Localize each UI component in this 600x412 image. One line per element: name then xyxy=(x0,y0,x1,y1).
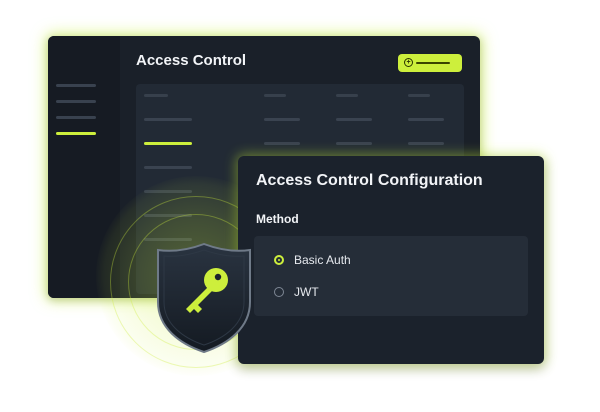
dialog-title: Access Control Configuration xyxy=(256,172,483,189)
table-header-cell xyxy=(408,94,430,97)
option-jwt[interactable]: JWT xyxy=(274,283,319,301)
table-cell xyxy=(144,166,192,169)
table-cell-selected[interactable] xyxy=(144,142,192,145)
sidebar-item[interactable] xyxy=(56,84,96,87)
table-cell xyxy=(336,142,372,145)
sidebar-item-active[interactable] xyxy=(56,132,96,135)
add-button-label-placeholder xyxy=(416,62,450,64)
sidebar-item[interactable] xyxy=(56,116,96,119)
table-cell xyxy=(336,118,372,121)
table-header-cell xyxy=(336,94,358,97)
page-title: Access Control xyxy=(136,52,247,69)
plus-circle-icon: + xyxy=(404,58,413,67)
table-cell xyxy=(408,142,444,145)
add-button[interactable]: + xyxy=(398,54,462,72)
method-label: Method xyxy=(256,212,299,226)
shield-key-icon xyxy=(157,242,251,354)
option-label: JWT xyxy=(294,285,319,299)
access-control-config-dialog: Access Control Configuration Method Basi… xyxy=(238,156,544,364)
option-basic-auth[interactable]: Basic Auth xyxy=(274,251,351,269)
table-header-cell xyxy=(144,94,168,97)
sidebar-item[interactable] xyxy=(56,100,96,103)
table-header-cell xyxy=(264,94,286,97)
table-cell xyxy=(264,142,300,145)
radio-checked-icon[interactable] xyxy=(274,255,284,265)
option-label: Basic Auth xyxy=(294,253,351,267)
table-cell xyxy=(408,118,444,121)
method-options: Basic Auth JWT xyxy=(254,236,528,316)
table-cell xyxy=(264,118,300,121)
radio-unchecked-icon[interactable] xyxy=(274,287,284,297)
table-cell xyxy=(144,118,192,121)
